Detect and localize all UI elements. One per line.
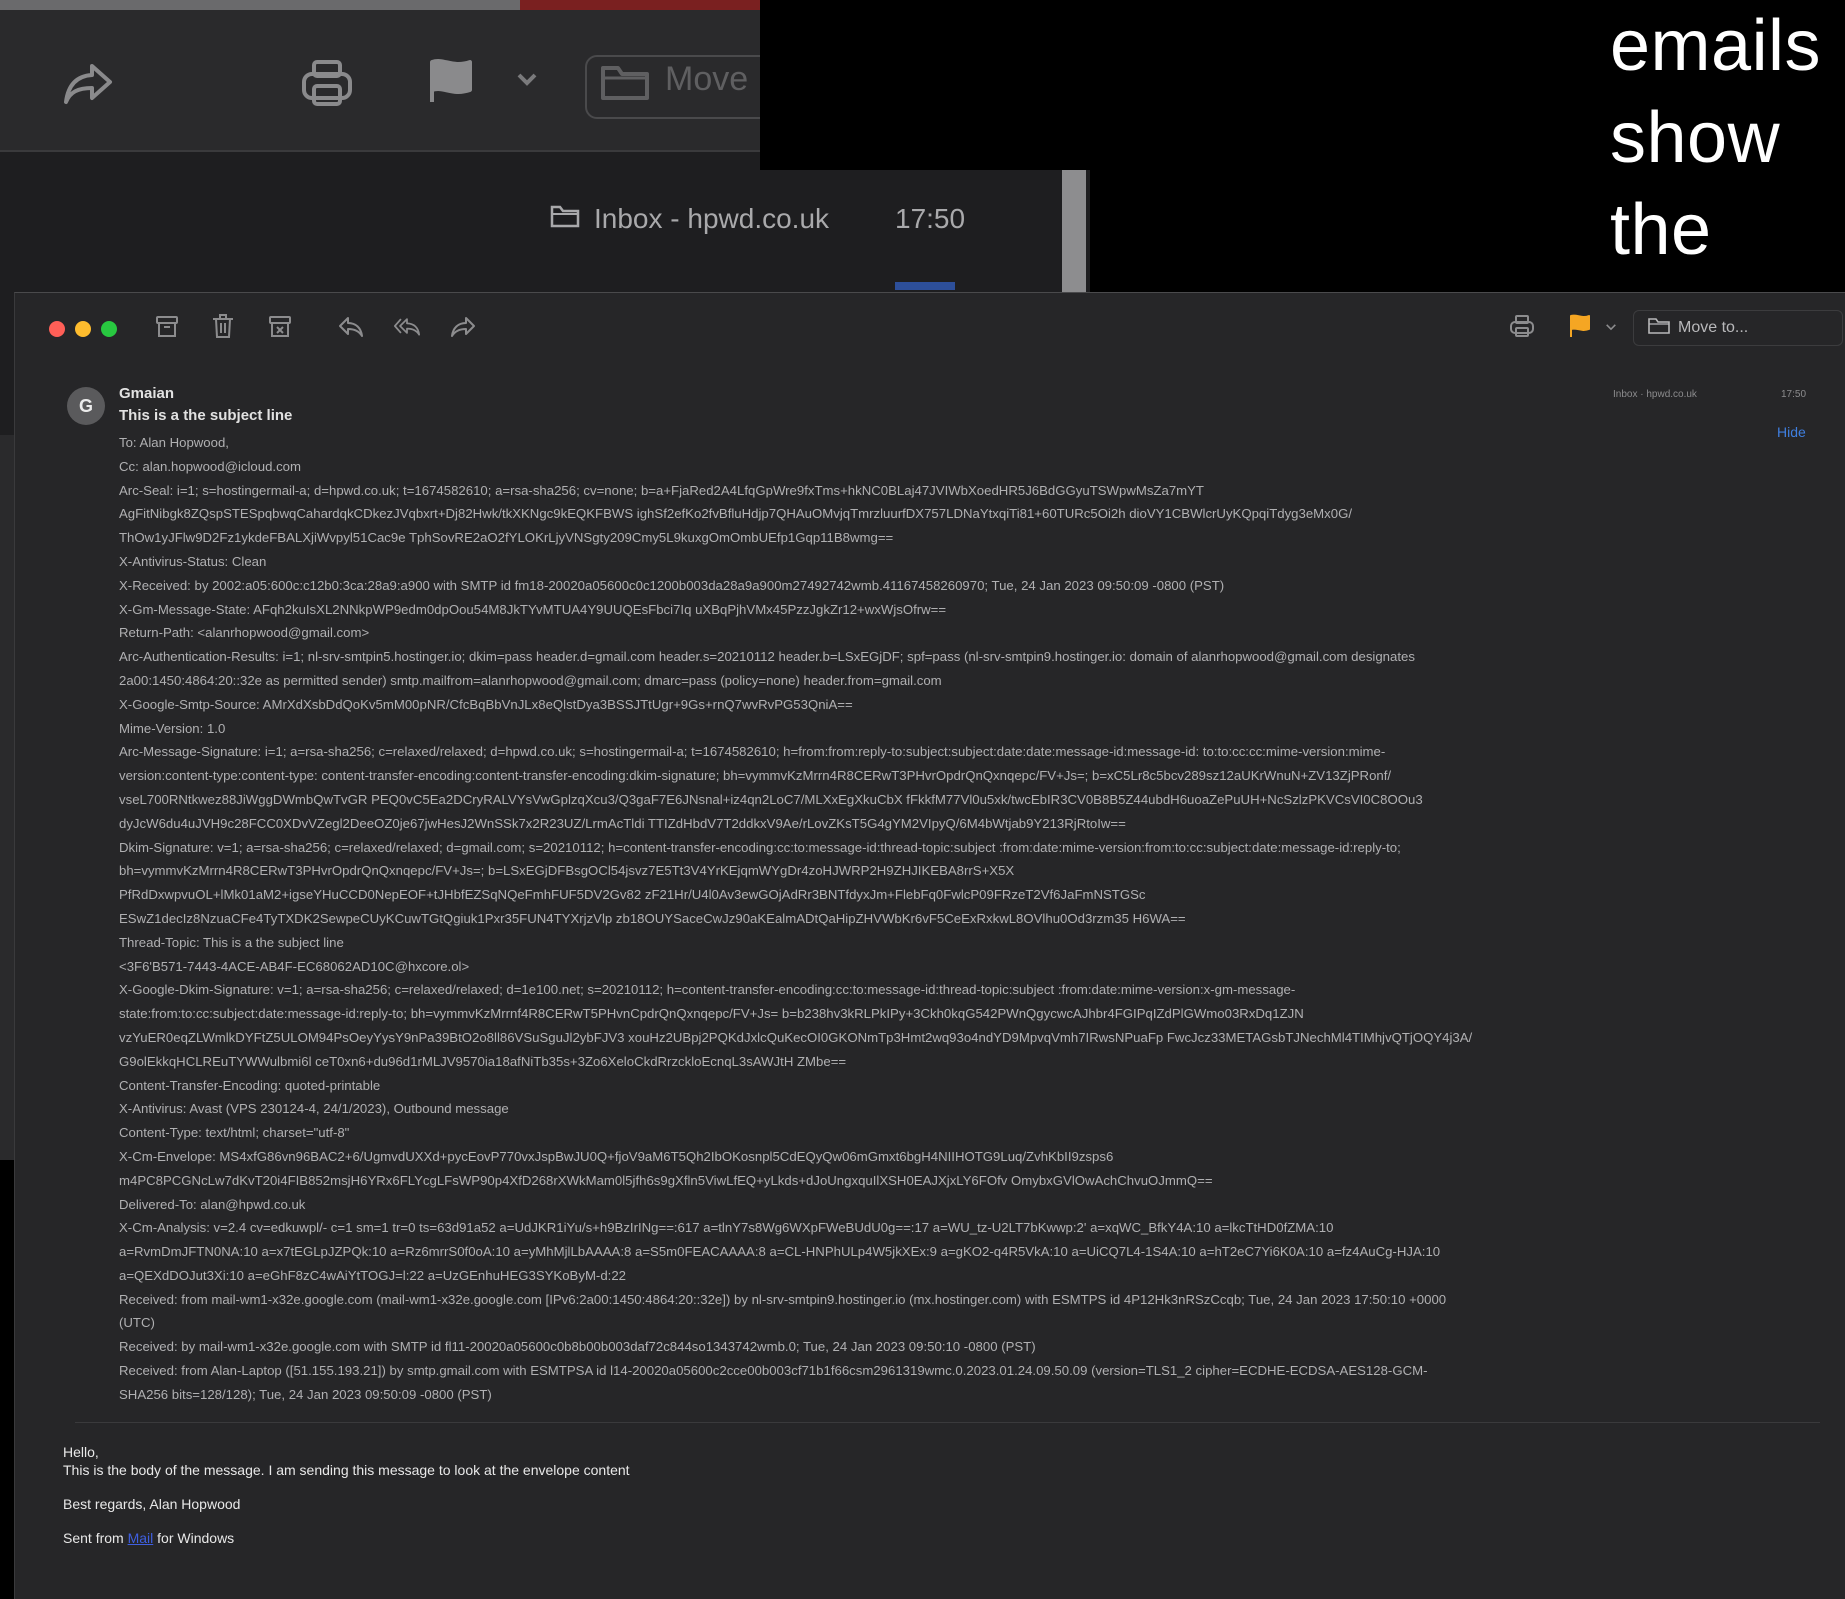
header-line: X-Cm-Envelope: MS4xfG86vn96BAC2+6/UgmvdU… (119, 1148, 1114, 1164)
avatar: G (67, 387, 105, 425)
chevron-down-icon[interactable] (516, 72, 538, 93)
raw-headers: To: Alan Hopwood, Cc: alan.hopwood@icloud… (119, 431, 1819, 1407)
header-line: vzYuER0eqZLWmlkDYFtZ5ULOM94PsOeyYysY9nPa… (119, 1029, 1473, 1045)
header-line: ThOw1yJFlw9D2Fz1ykdeFBALXjiWvpyl51Cac9e … (119, 530, 894, 546)
header-line: Arc-Message-Signature: i=1; a=rsa-sha256… (119, 744, 1386, 760)
background-folder-label: Inbox - hpwd.co.uk (594, 203, 830, 234)
header-line: state:from:to:cc:subject:date:message-id… (119, 1006, 1304, 1022)
sent-from-prefix: Sent from (63, 1530, 128, 1546)
header-line: m4PC8PCGNcLw7dKvT20i4FIB852msjH6YRx6FLYc… (119, 1172, 1213, 1188)
header-line: dyJcW6du4uJVH9c28FCC0XDvVZegl2DeeOZ0je67… (119, 815, 1126, 831)
header-line: Content-Type: text/html; charset="utf-8" (119, 1125, 350, 1141)
message-body: Hello, This is the body of the message. … (63, 1443, 630, 1547)
print-icon[interactable] (1508, 313, 1536, 341)
header-line: Received: from mail-wm1-x32e.google.com … (119, 1291, 1447, 1307)
header-line: 2a00:1450:4864:20::32e as permitted send… (119, 672, 942, 688)
print-icon[interactable] (300, 58, 354, 113)
folder-icon (600, 64, 650, 107)
body-sent-from: Sent from Mail for Windows (63, 1529, 630, 1547)
header-line: version:content-type:content-type: conte… (119, 768, 1392, 784)
header-line: X-Cm-Analysis: v=2.4 cv=edkuwpl/- c=1 sm… (119, 1220, 1334, 1236)
minimize-button[interactable] (75, 321, 91, 337)
flag-icon[interactable] (1566, 313, 1594, 341)
received-time: 17:50 (1781, 389, 1807, 400)
folder-icon (1648, 317, 1670, 340)
header-line: Cc: alan.hopwood@icloud.com (119, 458, 301, 474)
folder-indicator: Inbox · hpwd.co.uk (1613, 389, 1697, 400)
header-line: a=QEXdDOJut3Xi:10 a=eGhF8zC4wAiYtTOGJ=l:… (119, 1267, 626, 1283)
header-line: X-Gm-Message-State: AFqh2kuIsXL2NNkpWP9e… (119, 601, 947, 617)
trash-icon[interactable] (209, 313, 237, 341)
header-line: Arc-Seal: i=1; s=hostingermail-a; d=hpwd… (119, 482, 1204, 498)
header-line: ESwZ1decIz8NzuaCFe4TyTXDK2SewpeCUyKCuwTG… (119, 910, 1186, 926)
header-line: X-Google-Smtp-Source: AMrXdXsbDdQoKv5mM0… (119, 696, 853, 712)
background-folder-indicator: Inbox - hpwd.co.uk (550, 203, 829, 235)
body-line: This is the body of the message. I am se… (63, 1462, 630, 1478)
background-toolbar: Move (0, 0, 789, 152)
folder-icon (550, 203, 580, 235)
close-button[interactable] (49, 321, 65, 337)
header-line: Received: from Alan-Laptop ([51.155.193.… (119, 1363, 1428, 1379)
background-time: 17:50 (895, 203, 966, 234)
header-line: PfRdDxwpvuOL+lMk01aM2+igseYHuCCD0NepEOF+… (119, 887, 1146, 903)
header-line: Return-Path: <alanrhopwood@gmail.com> (119, 625, 370, 641)
header-line: X-Antivirus: Avast (VPS 230124-4, 24/1/2… (119, 1101, 509, 1117)
subject-line: This is a the subject line (119, 407, 293, 424)
mail-link[interactable]: Mail (128, 1530, 154, 1546)
background-move-label: Move (665, 60, 749, 98)
header-line: Delivered-To: alan@hpwd.co.uk (119, 1196, 306, 1212)
header-line: bh=vymmvKzMrrn4R8CERwT3PHvrOpdrQnQxnqepc… (119, 863, 1015, 879)
header-line: Thread-Topic: This is a the subject line (119, 934, 344, 950)
header-line: Received: by mail-wm1-x32e.google.com wi… (119, 1339, 1036, 1355)
header-line: SHA256 bits=128/128); Tue, 24 Jan 2023 0… (119, 1386, 492, 1402)
header-line: To: Alan Hopwood, (119, 435, 229, 450)
body-signoff: Best regards, Alan Hopwood (63, 1496, 241, 1512)
forward-icon[interactable] (449, 313, 477, 341)
sent-from-suffix: for Windows (153, 1530, 235, 1546)
sender-name[interactable]: Gmaian (119, 385, 174, 402)
header-line: X-Antivirus-Status: Clean (119, 553, 267, 569)
header-line: X-Received: by 2002:a05:600c:c12b0:3ca:2… (119, 577, 1225, 593)
header-line: Dkim-Signature: v=1; a=rsa-sha256; c=rel… (119, 839, 1401, 855)
mail-window: Move to... G Gmaian This is a the subjec… (14, 292, 1845, 1599)
caption-panel: emails show the content (760, 0, 1845, 362)
background-hide-link-fragment (895, 282, 955, 290)
forward-icon[interactable] (62, 62, 114, 111)
header-line: vseL700RNtkwez88JiWggDWmbQwTvGR PEQ0vC5E… (119, 791, 1423, 807)
move-to-label: Move to... (1678, 319, 1749, 336)
chevron-down-icon[interactable] (1597, 313, 1625, 341)
header-line: <3F6'B571-7443-4ACE-AB4F-EC68062AD10C@hx… (119, 958, 470, 974)
header-line: X-Google-Dkim-Signature: v=1; a=rsa-sha2… (119, 982, 1296, 998)
body-greeting: Hello, (63, 1444, 99, 1460)
background-top-strip (0, 0, 760, 10)
background-side-stripe (0, 435, 14, 1160)
header-line: a=RvmDmJFTN0NA:10 a=x7tEGLpJZPQk:10 a=Rz… (119, 1244, 1441, 1260)
junk-icon[interactable] (266, 313, 294, 341)
zoom-button[interactable] (101, 321, 117, 337)
header-line: Arc-Authentication-Results: i=1; nl-srv-… (119, 649, 1415, 665)
header-line: Mime-Version: 1.0 (119, 720, 226, 736)
move-to-button[interactable]: Move to... (1633, 310, 1843, 346)
reply-icon[interactable] (337, 313, 365, 341)
header-line: G9olEkkqHCLREuTYWWulbmi6l ceT0xn6+du96d1… (119, 1053, 847, 1069)
header-line: AgFitNibgk8ZQspSTESpqbwqCahardqkCDkezJVq… (119, 506, 1353, 522)
header-line: Content-Transfer-Encoding: quoted-printa… (119, 1077, 381, 1093)
flag-icon[interactable] (428, 58, 474, 109)
header-body-divider (75, 1422, 1820, 1423)
reply-all-icon[interactable] (393, 313, 421, 341)
header-line: (UTC) (119, 1315, 155, 1331)
archive-icon[interactable] (153, 313, 181, 341)
